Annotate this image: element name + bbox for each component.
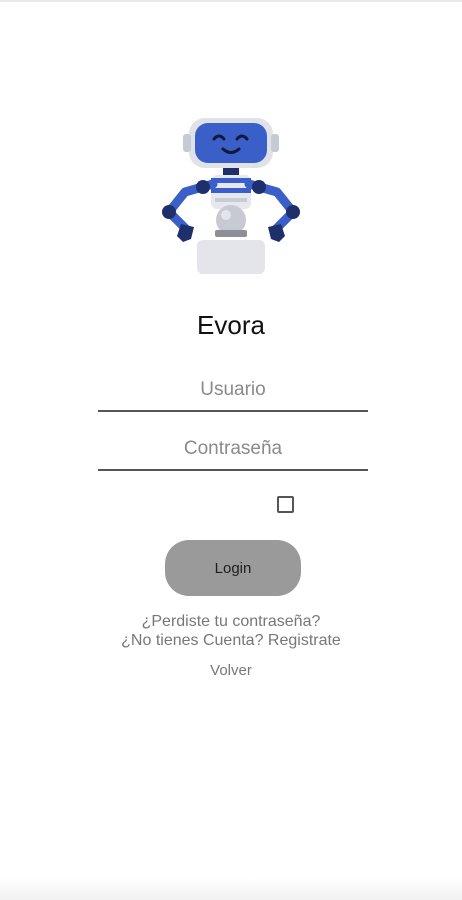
- password-input[interactable]: [98, 429, 368, 471]
- top-border: [0, 0, 462, 2]
- app-title: Evora: [197, 310, 265, 340]
- forgot-password-link[interactable]: ¿Perdiste tu contraseña?: [0, 613, 462, 631]
- username-input[interactable]: [98, 370, 368, 412]
- back-link[interactable]: Volver: [0, 662, 462, 679]
- bottom-shade: [0, 878, 462, 900]
- robot-mascot-icon: [162, 118, 300, 274]
- register-link[interactable]: ¿No tienes Cuenta? Registrate: [0, 632, 462, 650]
- remember-checkbox[interactable]: [277, 496, 294, 513]
- login-button[interactable]: Login: [165, 540, 301, 596]
